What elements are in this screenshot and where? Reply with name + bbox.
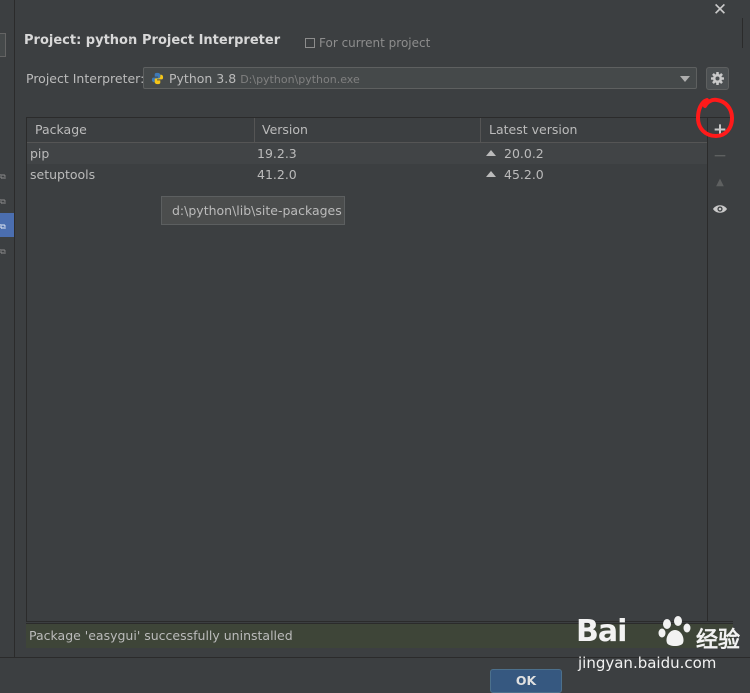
interpreter-path: D:\python\python.exe — [240, 73, 360, 86]
close-icon[interactable]: ✕ — [712, 2, 728, 19]
table-row[interactable] — [27, 164, 707, 185]
upgrade-available-icon — [486, 171, 496, 177]
tree-node-icon[interactable]: ⧉ — [0, 247, 6, 256]
package-latest-version: 20.0.2 — [486, 143, 544, 164]
settings-search-field[interactable] — [0, 33, 6, 57]
upgrade-package-button[interactable]: ▲ — [711, 174, 729, 192]
interpreter-name: Python 3.8 — [169, 71, 237, 86]
scope-note-text: For current project — [319, 36, 431, 50]
interpreter-label: Project Interpreter: — [26, 71, 145, 86]
package-version: 41.2.0 — [257, 167, 297, 182]
latest-version-value: 20.0.2 — [504, 146, 544, 161]
column-header-package[interactable]: Package — [27, 118, 255, 142]
path-tooltip: d:\python\lib\site-packages — [161, 196, 345, 225]
gear-icon — [711, 72, 724, 85]
page-title: Project Interpreter — [142, 33, 281, 48]
dialog-button-bar — [0, 657, 750, 691]
tree-node-icon[interactable]: ⧉ — [0, 197, 6, 206]
scope-note: For current project — [305, 36, 430, 50]
package-toolbar — [707, 118, 733, 621]
package-name: setuptools — [30, 167, 96, 182]
show-early-releases-button[interactable] — [711, 200, 729, 218]
python-icon — [151, 72, 164, 85]
remove-package-button[interactable]: − — [711, 147, 729, 165]
package-name: pip — [30, 146, 50, 161]
latest-version-value: 45.2.0 — [504, 167, 544, 182]
status-message: Package 'easygui' successfully uninstall… — [26, 623, 733, 648]
table-row[interactable] — [27, 143, 707, 164]
interpreter-dropdown[interactable]: Python 3.8 D:\python\python.exe — [143, 67, 697, 89]
breadcrumb-project: Project: python — [24, 33, 138, 48]
packages-table — [26, 117, 733, 622]
package-version: 19.2.3 — [257, 146, 297, 161]
column-header-version[interactable]: Version — [254, 118, 481, 142]
eye-icon — [713, 205, 727, 213]
settings-tree-strip — [0, 0, 15, 657]
column-header-latest-version[interactable]: Latest version — [481, 118, 707, 142]
upgrade-available-icon — [486, 150, 496, 156]
background-window-edge — [742, 18, 750, 48]
tree-node-icon: ⧉ — [0, 222, 6, 231]
chevron-down-icon[interactable] — [680, 76, 690, 82]
ok-button[interactable]: OK — [490, 669, 562, 693]
package-latest-version: 45.2.0 — [486, 164, 544, 185]
annotation-circle — [695, 97, 735, 139]
project-scope-icon — [305, 38, 315, 48]
interpreter-settings-button[interactable] — [706, 67, 729, 90]
tree-node-icon[interactable]: ⧉ — [0, 172, 6, 181]
breadcrumb-separator: › — [128, 33, 133, 47]
interpreter-value: Python 3.8 D:\python\python.exe — [169, 71, 360, 86]
